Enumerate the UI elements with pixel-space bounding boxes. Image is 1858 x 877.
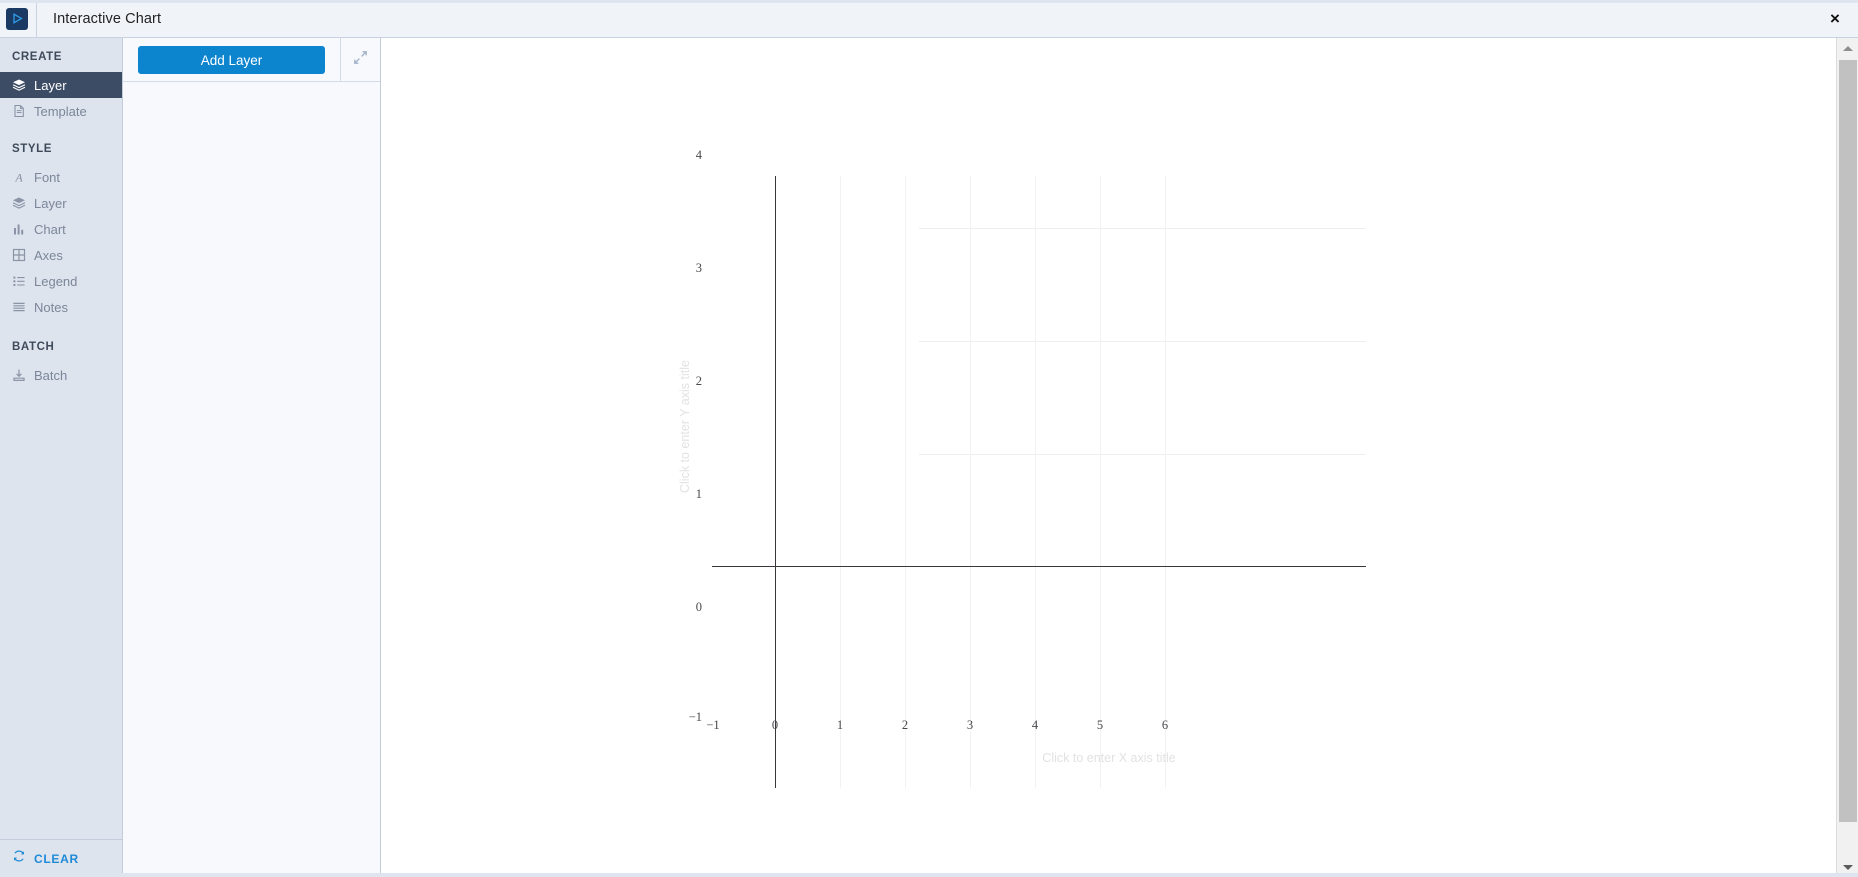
x-tick-label: 1	[836, 718, 844, 732]
titlebar-divider	[36, 0, 37, 38]
app-logo-icon	[6, 7, 28, 30]
y-tick-label: 0	[695, 600, 702, 614]
list-icon	[12, 274, 26, 288]
x-tick-label: 5	[1096, 718, 1104, 732]
sidebar-item-label: Legend	[34, 273, 78, 289]
sidebar-item-create-template[interactable]: Template	[0, 98, 122, 124]
sidebar-item-batch[interactable]: Batch	[0, 362, 122, 388]
sidebar-item-style-layer[interactable]: Layer	[0, 190, 122, 216]
gridline-y-2	[919, 341, 1366, 342]
sidebar-item-label: Layer	[34, 195, 67, 211]
layer-panel: Add Layer	[123, 38, 381, 877]
status-bar	[0, 873, 1858, 877]
bar-chart-icon	[12, 222, 26, 236]
sidebar-section-style: STYLE	[12, 143, 53, 155]
y-tick-label: 3	[695, 261, 702, 275]
document-icon	[12, 104, 26, 118]
close-icon[interactable]: ×	[1812, 0, 1858, 38]
grid-table-icon	[12, 248, 26, 262]
window-titlebar: Interactive Chart ×	[0, 0, 1858, 38]
add-layer-button[interactable]: Add Layer	[138, 46, 325, 74]
gridline-x-5	[1100, 176, 1101, 788]
gridline-y-3	[919, 228, 1366, 229]
x-tick-label: 6	[1161, 718, 1169, 732]
scrollbar-thumb[interactable]	[1839, 60, 1857, 822]
y-tick-label: 4	[695, 148, 702, 162]
gridline-x-2	[905, 176, 906, 788]
sidebar-section-batch: BATCH	[12, 341, 55, 353]
window-title: Interactive Chart	[53, 10, 162, 27]
sidebar-item-style-font[interactable]: A Font	[0, 164, 122, 190]
gridline-x-4	[1035, 176, 1036, 788]
sidebar-item-label: Notes	[34, 299, 68, 315]
layer-panel-toolbar: Add Layer	[123, 38, 380, 82]
sidebar-item-style-chart[interactable]: Chart	[0, 216, 122, 242]
vertical-scrollbar[interactable]	[1836, 38, 1858, 877]
sidebar-item-label: Chart	[34, 221, 66, 237]
scroll-up-arrow-icon[interactable]	[1837, 38, 1858, 58]
sidebar-item-label: Layer	[34, 77, 67, 93]
x-tick-label: 4	[1031, 718, 1039, 732]
svg-text:A: A	[14, 171, 23, 185]
clear-button[interactable]: CLEAR	[0, 839, 122, 877]
gridline-x-3	[970, 176, 971, 788]
plot-area: 4 3 2 1 0 −1 −1 0 1 2 3 4 5 6 Click to e…	[382, 38, 1836, 877]
sidebar-item-create-layer[interactable]: Layer	[0, 72, 122, 98]
x-axis-title[interactable]: Click to enter X axis title	[382, 751, 1836, 765]
expand-arrows-icon	[353, 50, 368, 70]
sidebar-item-label: Batch	[34, 367, 68, 383]
x-axis-line	[712, 566, 1366, 567]
sidebar-item-label: Axes	[34, 247, 63, 263]
expand-panel-button[interactable]	[340, 38, 380, 82]
x-tick-label: 0	[771, 718, 779, 732]
layers-icon	[12, 196, 26, 210]
clear-button-label: CLEAR	[34, 851, 79, 866]
x-tick-label: 3	[966, 718, 974, 732]
font-a-icon: A	[12, 170, 26, 185]
sidebar-item-style-notes[interactable]: Notes	[0, 294, 122, 320]
lines-icon	[12, 300, 26, 314]
x-tick-label: −1	[706, 718, 720, 732]
sidebar-section-create: CREATE	[12, 51, 63, 63]
sidebar: CREATE Layer Template STYLE A Font Layer…	[0, 38, 123, 877]
batch-import-icon	[12, 368, 26, 382]
y-axis-title[interactable]: Click to enter Y axis title	[678, 360, 692, 493]
gridline-x-6	[1165, 176, 1166, 788]
chart-canvas[interactable]: 4 3 2 1 0 −1 −1 0 1 2 3 4 5 6 Click to e…	[382, 38, 1836, 877]
refresh-icon	[12, 849, 26, 868]
sidebar-item-label: Template	[34, 103, 87, 119]
y-axis-line	[775, 176, 776, 788]
sidebar-item-label: Font	[34, 169, 61, 185]
toolbar-divider	[123, 81, 340, 82]
layers-icon	[12, 78, 26, 92]
sidebar-item-style-legend[interactable]: Legend	[0, 268, 122, 294]
x-tick-label: 2	[901, 718, 909, 732]
gridline-y-1	[919, 454, 1366, 455]
sidebar-item-style-axes[interactable]: Axes	[0, 242, 122, 268]
gridline-x-1	[840, 176, 841, 788]
